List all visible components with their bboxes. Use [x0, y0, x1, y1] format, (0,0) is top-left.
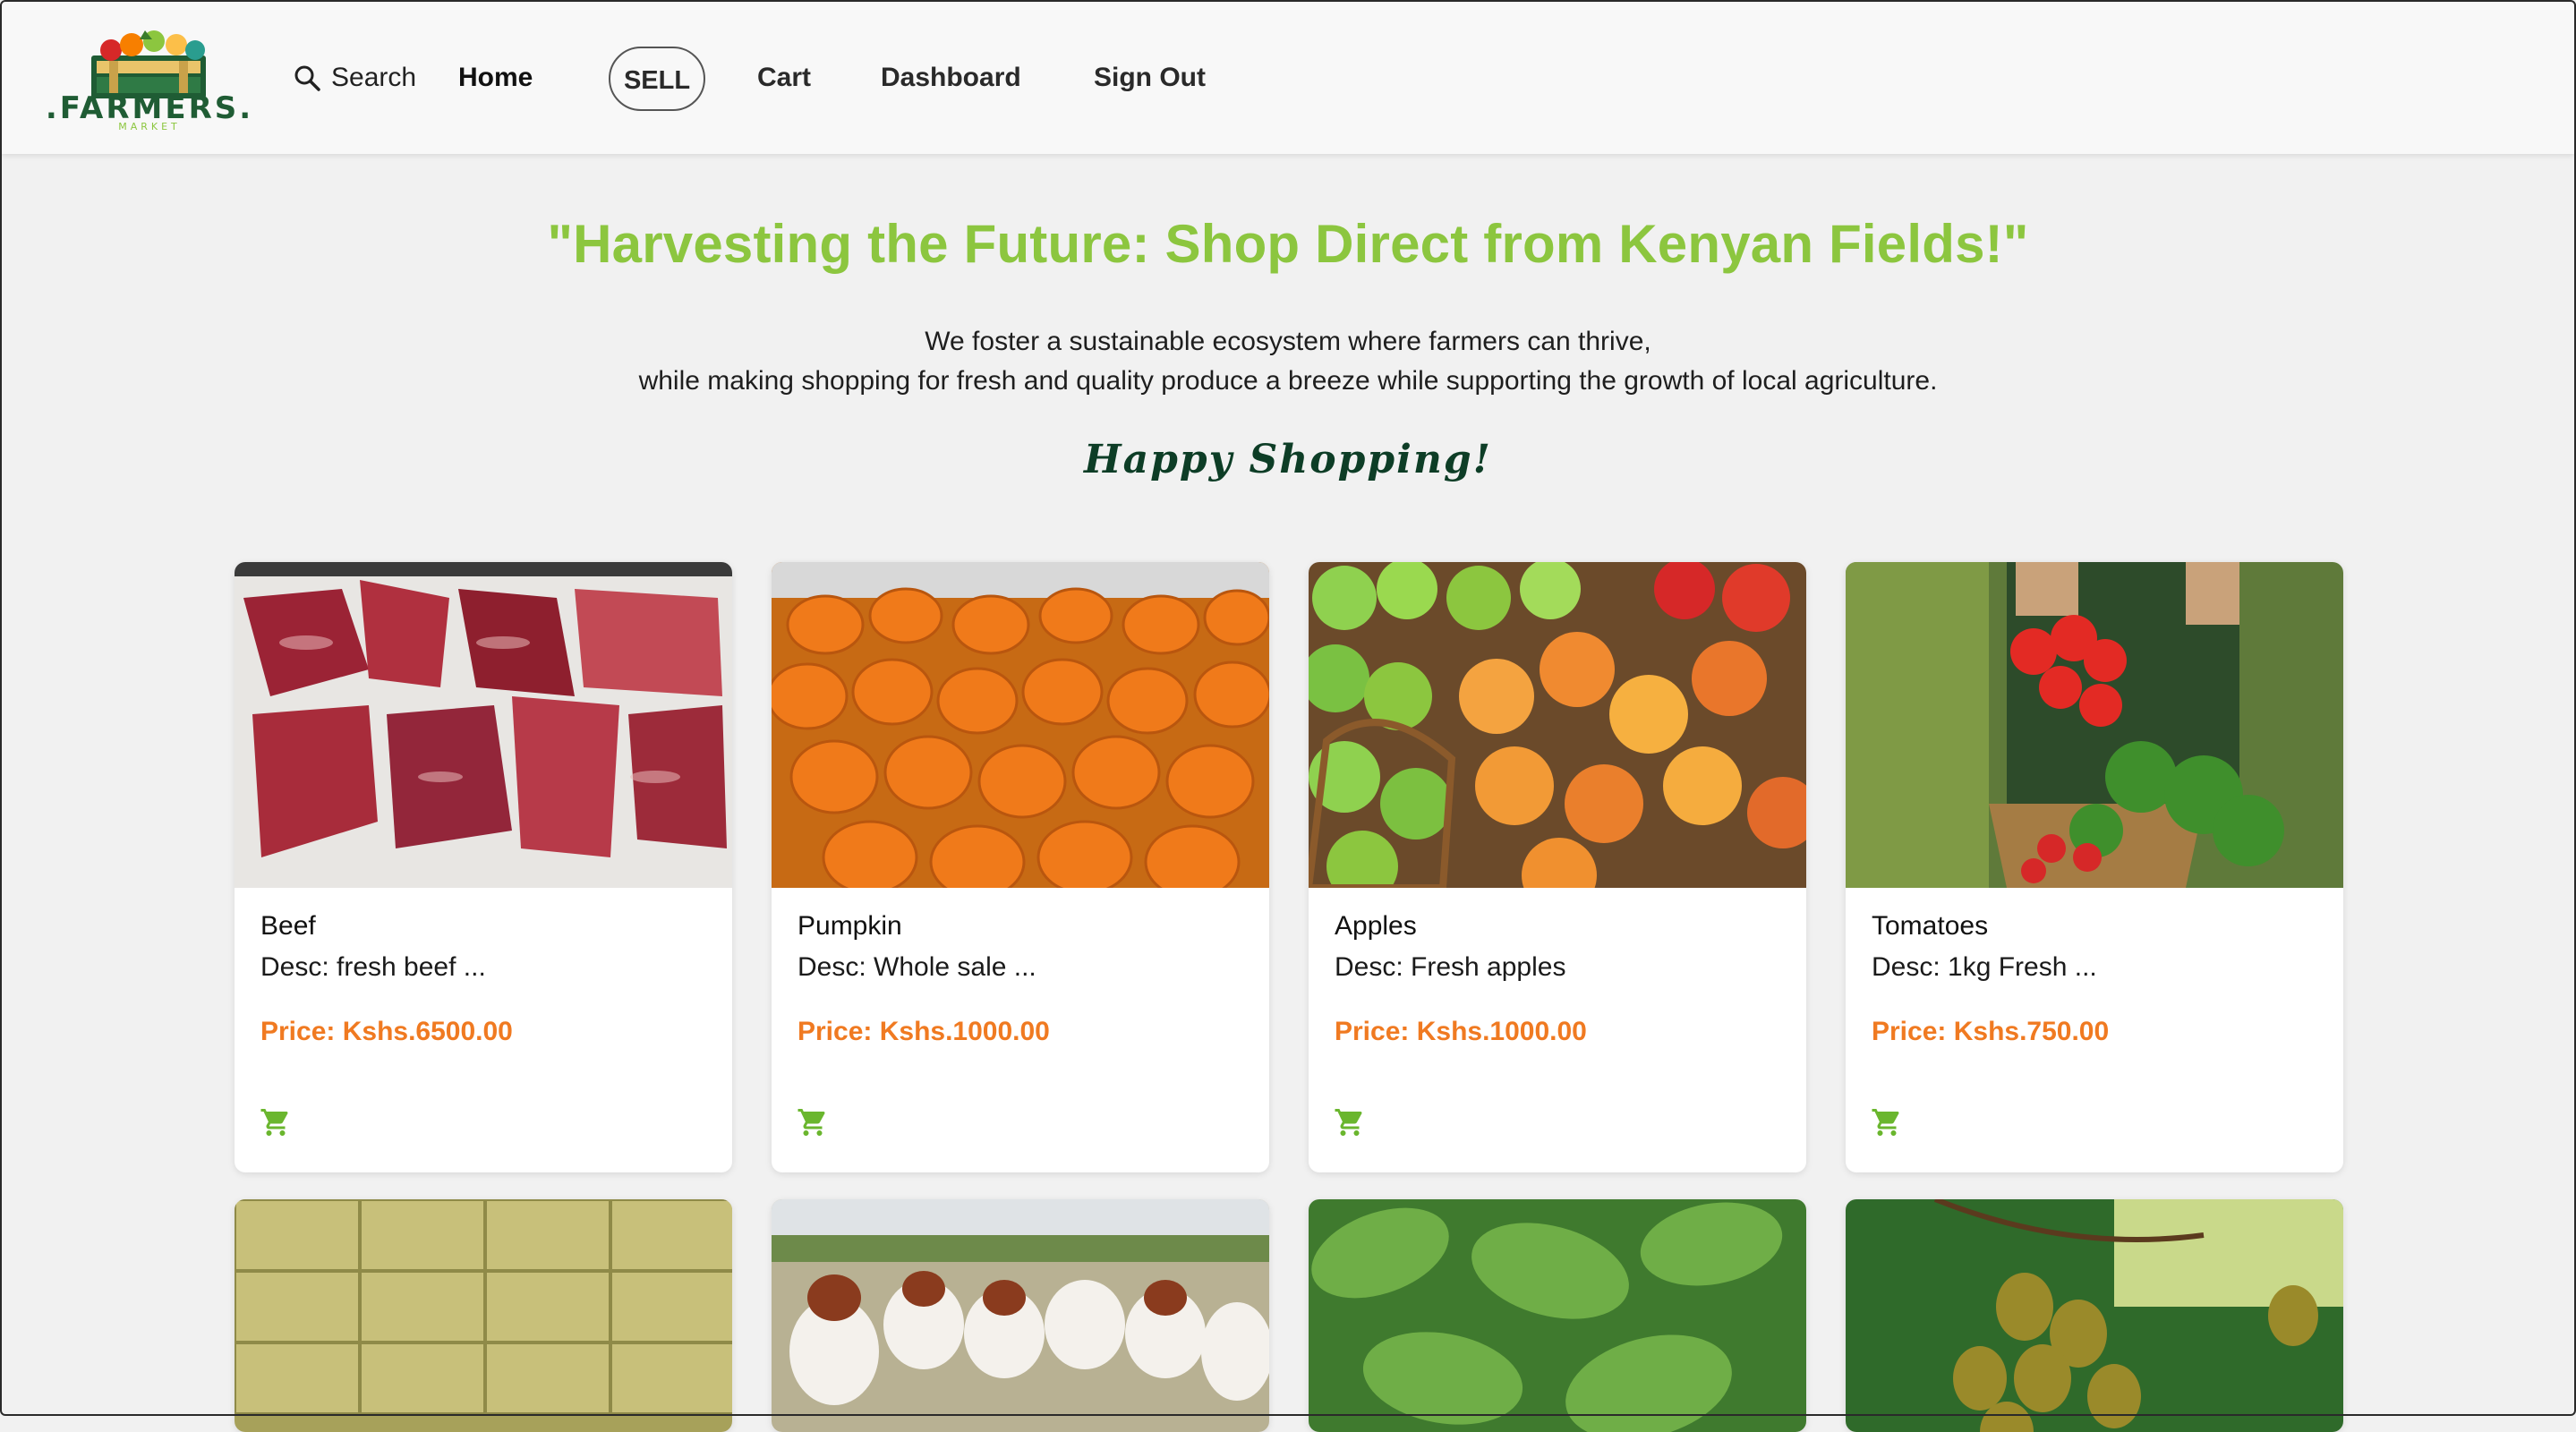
hero-line-1: We foster a sustainable ecosystem where … [925, 327, 1651, 356]
tomatoes-photo[interactable] [1846, 562, 2343, 888]
product-name: Tomatoes [1872, 911, 1989, 941]
product-price: Price: Kshs.1000.00 [1335, 1017, 1587, 1046]
hay-photo[interactable] [235, 1199, 732, 1432]
leaves-photo[interactable] [1309, 1199, 1806, 1432]
product-name: Apples [1335, 911, 1417, 941]
product-card[interactable]: Apples Desc: Fresh apples Price: Kshs.10… [1309, 562, 1806, 1172]
sell-button[interactable]: SELL [609, 47, 705, 111]
goats-photo[interactable] [772, 1199, 1269, 1432]
beef-photo[interactable] [235, 562, 732, 888]
product-name: Pumpkin [798, 911, 902, 941]
cart-icon[interactable] [797, 1106, 829, 1138]
product-card[interactable] [772, 1199, 1269, 1432]
product-description: Desc: fresh beef ... [260, 952, 486, 982]
product-card[interactable]: Tomatoes Desc: 1kg Fresh ... Price: Kshs… [1846, 562, 2343, 1172]
cart-icon[interactable] [1871, 1106, 1903, 1138]
hero-title: "Harvesting the Future: Shop Direct from… [547, 214, 2029, 274]
nav-signout-link[interactable]: Sign Out [1094, 55, 1206, 100]
product-card[interactable] [1846, 1199, 2343, 1432]
product-price: Price: Kshs.1000.00 [798, 1017, 1050, 1046]
product-card[interactable]: Pumpkin Desc: Whole sale ... Price: Kshs… [772, 562, 1269, 1172]
cart-icon[interactable] [260, 1106, 292, 1138]
product-description: Desc: Whole sale ... [798, 952, 1036, 982]
product-name: Beef [260, 911, 316, 941]
cart-icon[interactable] [1334, 1106, 1366, 1138]
product-card[interactable] [235, 1199, 732, 1432]
farmers-market-logo[interactable]: .FARMERS. MARKET [47, 25, 252, 131]
top-navbar: .FARMERS. MARKET Search Home SELL Cart D… [2, 2, 2574, 154]
product-description: Desc: Fresh apples [1335, 952, 1566, 982]
product-price: Price: Kshs.750.00 [1872, 1017, 2110, 1046]
nav-cart-link[interactable]: Cart [757, 55, 811, 100]
kiwi-photo[interactable] [1846, 1199, 2343, 1432]
search-icon [294, 65, 320, 91]
product-price: Price: Kshs.6500.00 [260, 1017, 513, 1046]
apples-photo[interactable] [1309, 562, 1806, 888]
logo-submark: MARKET [118, 121, 181, 131]
nav-home-link[interactable]: Home [458, 55, 533, 100]
product-description: Desc: 1kg Fresh ... [1872, 952, 2097, 982]
hero-line-2: while making shopping for fresh and qual… [638, 366, 1938, 396]
happy-shopping-heading: Happy Shopping! [1084, 437, 1492, 482]
pumpkin-photo[interactable] [772, 562, 1269, 888]
nav-search-label: Search [331, 63, 417, 92]
product-card[interactable]: Beef Desc: fresh beef ... Price: Kshs.65… [235, 562, 732, 1172]
nav-search[interactable]: Search [294, 55, 416, 100]
hero-description: We foster a sustainable ecosystem where … [0, 322, 2576, 401]
product-card[interactable] [1309, 1199, 1806, 1432]
nav-dashboard-link[interactable]: Dashboard [881, 55, 1021, 100]
